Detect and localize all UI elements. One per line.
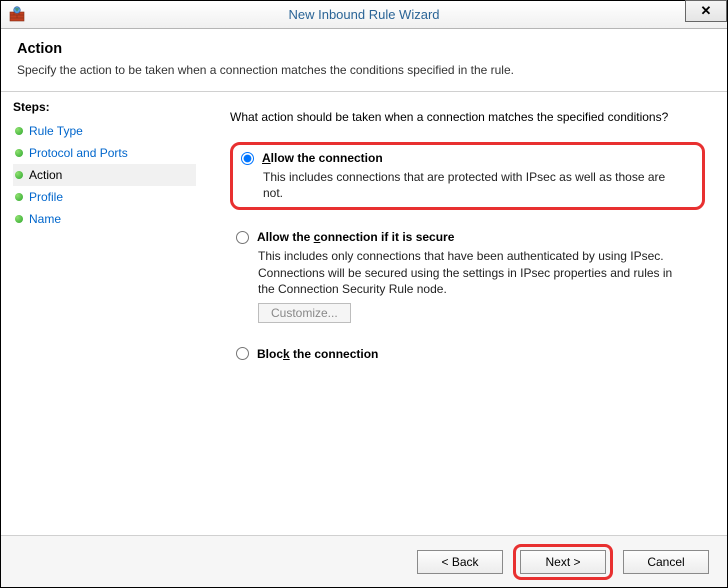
step-label: Name <box>29 212 61 226</box>
content-pane: What action should be taken when a conne… <box>196 92 727 531</box>
option-title: Allow the connection if it is secure <box>257 230 454 244</box>
option-allow-secure: Allow the connection if it is secure Thi… <box>230 226 705 327</box>
radio-allow-connection[interactable] <box>241 152 254 165</box>
step-profile[interactable]: Profile <box>13 186 196 208</box>
option-head: Block the connection <box>236 347 699 361</box>
step-name[interactable]: Name <box>13 208 196 230</box>
option-desc: This includes only connections that have… <box>258 248 678 297</box>
titlebar: New Inbound Rule Wizard ✕ <box>1 1 727 29</box>
step-label: Protocol and Ports <box>29 146 128 160</box>
cancel-button[interactable]: Cancel <box>623 550 709 574</box>
radio-allow-secure[interactable] <box>236 231 249 244</box>
wizard-window: New Inbound Rule Wizard ✕ Action Specify… <box>0 0 728 588</box>
header: Action Specify the action to be taken wh… <box>1 29 727 85</box>
customize-button: Customize... <box>258 303 351 323</box>
close-button[interactable]: ✕ <box>685 0 727 22</box>
close-icon: ✕ <box>701 3 712 19</box>
step-rule-type[interactable]: Rule Type <box>13 120 196 142</box>
radio-block-connection[interactable] <box>236 347 249 360</box>
option-head: Allow the connection <box>241 151 694 165</box>
bullet-icon <box>15 215 23 223</box>
option-title: Block the connection <box>257 347 378 361</box>
option-title: Allow the connection <box>262 151 383 165</box>
option-head: Allow the connection if it is secure <box>236 230 699 244</box>
body: Steps: Rule Type Protocol and Ports Acti… <box>1 92 727 531</box>
bullet-icon <box>15 171 23 179</box>
footer: < Back Next > Cancel <box>1 535 727 587</box>
back-button[interactable]: < Back <box>417 550 503 574</box>
bullet-icon <box>15 193 23 201</box>
next-highlight: Next > <box>513 544 613 580</box>
step-protocol-ports[interactable]: Protocol and Ports <box>13 142 196 164</box>
step-label: Rule Type <box>29 124 83 138</box>
step-action[interactable]: Action <box>13 164 196 186</box>
step-label: Action <box>29 168 62 182</box>
option-block-connection: Block the connection <box>230 343 705 365</box>
next-button[interactable]: Next > <box>520 550 606 574</box>
steps-sidebar: Steps: Rule Type Protocol and Ports Acti… <box>1 92 196 531</box>
window-title: New Inbound Rule Wizard <box>288 7 439 22</box>
page-title: Action <box>17 41 711 57</box>
bullet-icon <box>15 149 23 157</box>
step-label: Profile <box>29 190 63 204</box>
bullet-icon <box>15 127 23 135</box>
firewall-icon <box>9 6 25 22</box>
option-allow-connection: Allow the connection This includes conne… <box>230 142 705 210</box>
option-desc: This includes connections that are prote… <box>263 169 683 201</box>
prompt-text: What action should be taken when a conne… <box>230 110 705 124</box>
page-subtitle: Specify the action to be taken when a co… <box>17 63 711 77</box>
steps-heading: Steps: <box>13 100 196 114</box>
